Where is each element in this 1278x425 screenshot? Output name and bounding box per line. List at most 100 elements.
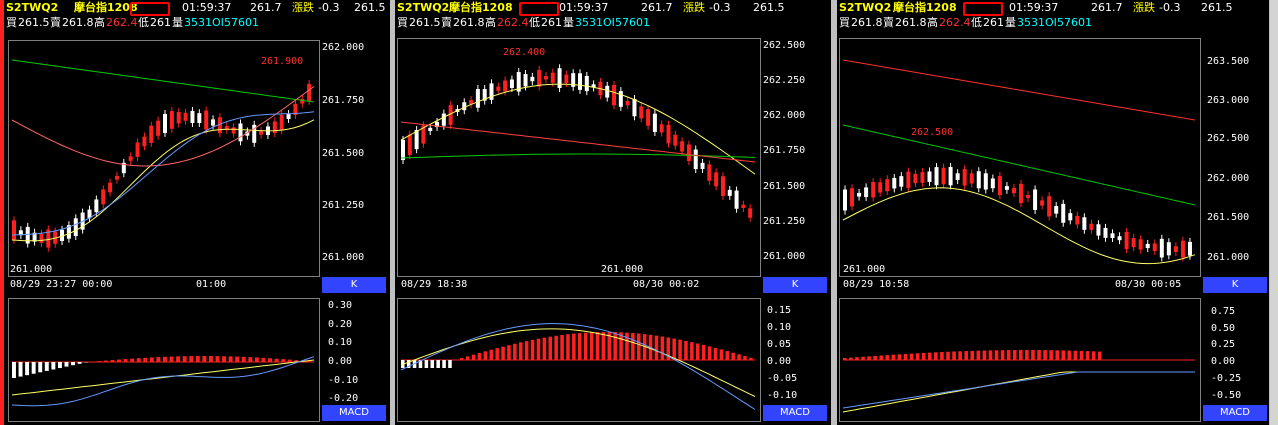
macd-button[interactable]: MACD: [1203, 405, 1267, 421]
candle-body: [441, 113, 446, 126]
candle-body: [1068, 213, 1073, 221]
candle-body: [927, 171, 932, 182]
candle-body: [693, 149, 698, 170]
price-tick: 262.500: [1207, 133, 1249, 144]
price-tick: 262.250: [763, 75, 805, 86]
candle-body: [1096, 224, 1101, 236]
candle-body: [941, 167, 946, 185]
candle-body: [272, 121, 277, 134]
price-tick: 262.000: [763, 110, 805, 121]
candle-body: [997, 175, 1002, 196]
candle-body: [1075, 215, 1080, 225]
candle-body: [618, 91, 623, 107]
candle-body: [550, 72, 555, 83]
candle-body: [523, 74, 528, 87]
k-chart-button[interactable]: K: [763, 277, 827, 293]
macd-tick: 0.15: [767, 305, 791, 316]
candle-body: [934, 167, 939, 186]
candle-body: [920, 172, 925, 183]
candle-body: [632, 98, 637, 117]
candle-body: [843, 189, 847, 211]
candle-body: [1145, 243, 1150, 249]
candle-body: [1152, 243, 1157, 251]
candle-body: [307, 83, 312, 101]
candle-body: [204, 110, 209, 130]
k-chart-button[interactable]: K: [1203, 277, 1267, 293]
candle-body: [428, 127, 433, 132]
time-axis-label: 08/29 18:38: [401, 279, 468, 290]
price-axis-ticks: 262.500 262.250 262.000 261.750 261.500 …: [763, 40, 805, 262]
high-annotation: 261.900: [261, 56, 303, 67]
high-annotation: 262.500: [911, 127, 953, 138]
macd-tick: 0.05: [767, 339, 791, 350]
candle-body: [1019, 183, 1023, 204]
candle-body: [1124, 231, 1129, 250]
candle-body: [1047, 196, 1052, 217]
low-annotation: 261.000: [10, 264, 52, 275]
price-tick: 261.500: [763, 181, 805, 192]
price-tick: 261.000: [763, 251, 805, 262]
candle-body: [700, 162, 705, 169]
macd-axis-ticks: 0.75 0.50 0.25 0.00 -0.25 -0.50: [1211, 306, 1241, 401]
candle-body: [605, 85, 610, 98]
price-tick: 263.000: [1207, 95, 1249, 106]
candle-body: [101, 189, 106, 205]
price-tick: 261.500: [322, 148, 364, 159]
candle-body: [707, 164, 712, 181]
chart-panel-3: S2TWQ2 摩台指1208 01:59:37 261.7 漲跌 -0.3 26…: [837, 0, 1269, 425]
candle-body: [114, 175, 119, 180]
candle-body: [128, 156, 133, 161]
candle-body: [475, 89, 480, 108]
chart-panel-1: S2TWQ2 摩台指1208 01:59:37 261.7 漲跌 -0.3 26…: [4, 0, 390, 425]
candle-body: [496, 86, 501, 91]
candle-body: [211, 119, 216, 126]
candle-body: [885, 179, 890, 192]
candle-body: [537, 69, 542, 87]
candle-body: [530, 76, 535, 82]
candle-body: [1159, 238, 1164, 258]
panel-divider: [0, 0, 4, 425]
price-tick: 261.250: [763, 216, 805, 227]
indicator-line: [842, 59, 1196, 121]
candle-body: [646, 109, 651, 126]
candlesticks: [12, 79, 312, 252]
macd-chart-area[interactable]: [839, 298, 1201, 422]
candle-body: [1061, 203, 1066, 223]
candle-body: [962, 169, 967, 186]
candle-body: [748, 208, 753, 218]
price-tick: 261.250: [322, 200, 364, 211]
macd-axis-ticks: 0.30 0.20 0.10 0.00 -0.10 -0.20: [328, 300, 358, 404]
price-tick: 261.750: [763, 145, 805, 156]
k-chart-button[interactable]: K: [322, 277, 386, 293]
candle-body: [578, 73, 582, 90]
macd-tick: -0.25: [1211, 373, 1241, 384]
macd-tick: 0.50: [1211, 323, 1235, 334]
price-tick: 261.500: [1207, 212, 1249, 223]
candle-body: [300, 98, 305, 104]
candle-body: [864, 187, 869, 197]
candle-body: [976, 171, 981, 189]
candle-body: [259, 131, 264, 135]
candle-body: [149, 125, 154, 143]
candle-body: [1040, 200, 1045, 206]
macd-chart-area[interactable]: [8, 298, 320, 422]
macd-button[interactable]: MACD: [763, 405, 827, 421]
candle-body: [1082, 217, 1087, 230]
macd-button[interactable]: MACD: [322, 405, 386, 421]
price-tick: 263.500: [1207, 56, 1249, 67]
candle-body: [727, 189, 732, 196]
time-axis-label: 08/30 00:05: [1115, 279, 1182, 290]
candle-body: [584, 75, 589, 92]
candle-body: [1011, 188, 1016, 194]
candle-body: [183, 112, 188, 121]
candle-body: [231, 127, 236, 134]
candle-body: [899, 176, 904, 187]
candle-body: [1117, 236, 1122, 241]
candle-body: [1180, 240, 1185, 258]
candle-body: [142, 136, 147, 147]
scrollbar[interactable]: [1270, 0, 1278, 425]
candle-body: [509, 79, 514, 88]
macd-tick: 0.10: [328, 337, 352, 348]
macd-chart-area[interactable]: [397, 298, 761, 422]
candle-body: [176, 111, 181, 124]
